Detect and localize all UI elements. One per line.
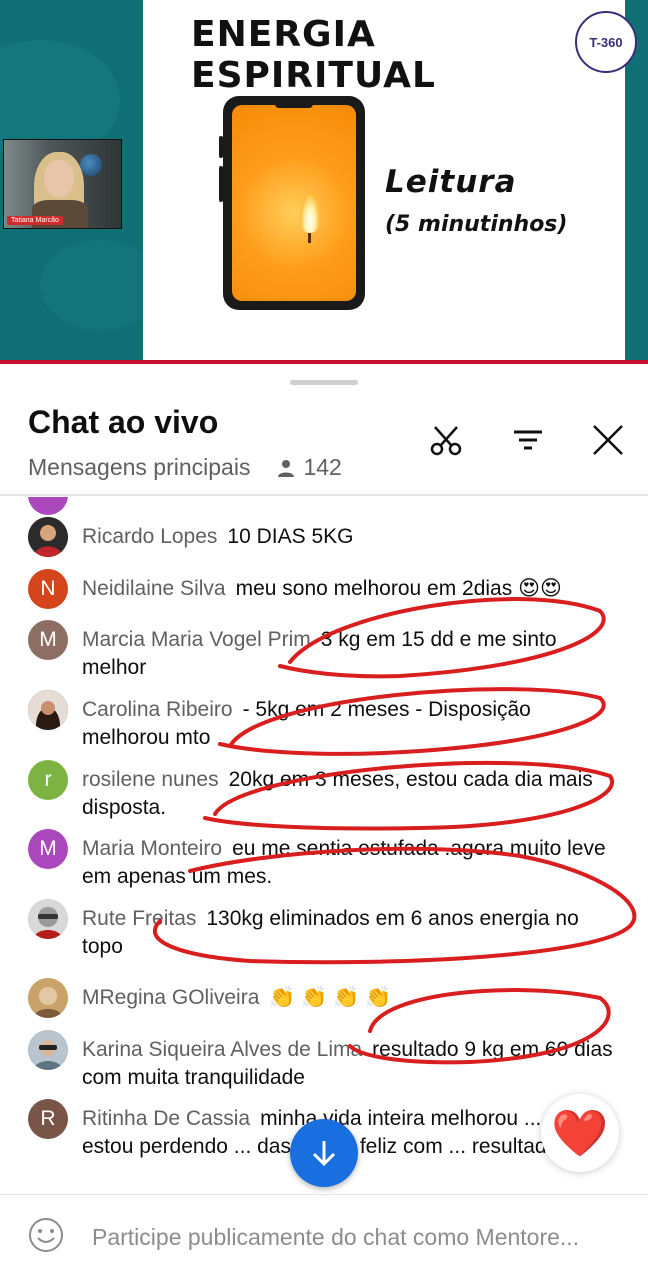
chat-mode-label: Mensagens principais (28, 454, 251, 480)
chat-message[interactable]: r rosilene nunes 20kg em 3 meses, estou c… (28, 760, 618, 822)
message-author[interactable]: Ritinha De Cassia (82, 1107, 250, 1130)
avatar (28, 899, 68, 939)
chat-message-input[interactable] (92, 1217, 640, 1257)
profile-photo-icon (28, 978, 68, 1018)
scroll-to-bottom-button[interactable] (290, 1119, 358, 1187)
globe-decoration (80, 154, 102, 176)
arrow-down-icon (312, 1141, 336, 1167)
avatar (28, 517, 68, 557)
profile-photo-icon (28, 690, 68, 730)
header-divider (0, 494, 648, 496)
message-author[interactable]: Karina Siqueira Alves de Lima (82, 1038, 362, 1061)
drag-handle[interactable] (290, 380, 358, 385)
message-text: 👏 👏 👏 👏 (269, 986, 392, 1009)
avatar: M (28, 620, 68, 660)
live-chat-panel: Chat ao vivo Mensagens principais 142 Ri… (0, 366, 648, 1280)
slide-title: ENERGIA ESPIRITUAL (191, 14, 436, 96)
clip-button[interactable] (428, 422, 464, 458)
avatar: R (28, 1099, 68, 1139)
candle-wick (308, 233, 311, 243)
background-shape (40, 240, 160, 330)
heart-icon: ❤️ (551, 1107, 609, 1159)
phone-side-button (219, 136, 223, 158)
filter-button[interactable] (510, 422, 546, 458)
presenter-nameplate: Tatiana Marcão (7, 216, 63, 225)
message-author[interactable]: Ricardo Lopes (82, 525, 217, 548)
chat-message[interactable]: M Marcia Maria Vogel Prim 3 kg em 15 dd e… (28, 620, 618, 682)
avatar: r (28, 760, 68, 800)
chat-message[interactable]: Carolina Ribeiro - 5kg em 2 meses - Dispo… (28, 690, 618, 752)
avatar (28, 1030, 68, 1070)
avatar: N (28, 569, 68, 609)
chat-message[interactable]: Karina Siqueira Alves de Lima resultado 9… (28, 1030, 618, 1092)
message-text: meu sono melhorou em 2dias 😍😍 (235, 577, 562, 600)
person-icon (278, 459, 295, 477)
avatar (28, 690, 68, 730)
video-player[interactable]: Tatiana Marcão ENERGIA ESPIRITUAL T-360 … (0, 0, 648, 362)
message-author[interactable]: Neidilaine Silva (82, 577, 226, 600)
message-author[interactable]: rosilene nunes (82, 768, 219, 791)
chat-message[interactable]: Rute Freitas 130kg eliminados em 6 anos e… (28, 899, 618, 961)
chat-message[interactable]: N Neidilaine Silva meu sono melhorou em 2… (28, 569, 618, 609)
profile-photo-icon (28, 517, 68, 557)
avatar: M (28, 829, 68, 869)
presentation-slide: ENERGIA ESPIRITUAL T-360 Leitura (5 minu… (143, 0, 637, 362)
reaction-button[interactable]: ❤️ (541, 1094, 619, 1172)
filter-icon (514, 430, 542, 450)
message-author[interactable]: Maria Monteiro (82, 837, 222, 860)
profile-photo-icon (28, 899, 68, 939)
presenter-face (44, 160, 74, 198)
viewer-count-value: 142 (303, 454, 342, 480)
scissors-icon (430, 426, 462, 456)
presenter-webcam: Tatiana Marcão (3, 139, 122, 229)
chat-message[interactable]: MRegina GOliveira 👏 👏 👏 👏 (28, 978, 618, 1018)
chat-title: Chat ao vivo (28, 404, 219, 440)
close-icon (593, 425, 623, 455)
avatar (28, 497, 68, 515)
profile-photo-icon (28, 1030, 68, 1070)
chat-message-list[interactable]: Ricardo Lopes 10 DIAS 5KG N Neidilaine Si… (0, 497, 648, 1197)
avatar (28, 978, 68, 1018)
message-text: 10 DIAS 5KG (227, 525, 354, 548)
phone-illustration (219, 96, 365, 310)
close-chat-button[interactable] (590, 422, 626, 458)
phone-notch (275, 100, 313, 108)
chat-mode-selector[interactable]: Mensagens principais 142 (28, 454, 342, 481)
slide-heading: Leitura (385, 164, 517, 200)
viewer-count: 142 (276, 454, 342, 481)
phone-screen (232, 105, 356, 301)
slide-subheading: (5 minutinhos) (385, 212, 568, 237)
message-author[interactable]: Marcia Maria Vogel Prim (82, 628, 311, 651)
t360-logo: T-360 (575, 11, 637, 73)
message-author[interactable]: MRegina GOliveira (82, 986, 259, 1009)
progress-bar[interactable] (0, 360, 648, 364)
chat-message[interactable]: M Maria Monteiro eu me sentia estufada .a… (28, 829, 618, 891)
message-author[interactable]: Rute Freitas (82, 907, 196, 930)
chat-message[interactable]: Ricardo Lopes 10 DIAS 5KG (28, 517, 618, 557)
phone-side-button (219, 166, 223, 202)
candle-flame-icon (300, 193, 320, 233)
smiley-icon[interactable] (28, 1217, 64, 1253)
message-author[interactable]: Carolina Ribeiro (82, 698, 233, 721)
chat-input-bar (0, 1194, 648, 1280)
